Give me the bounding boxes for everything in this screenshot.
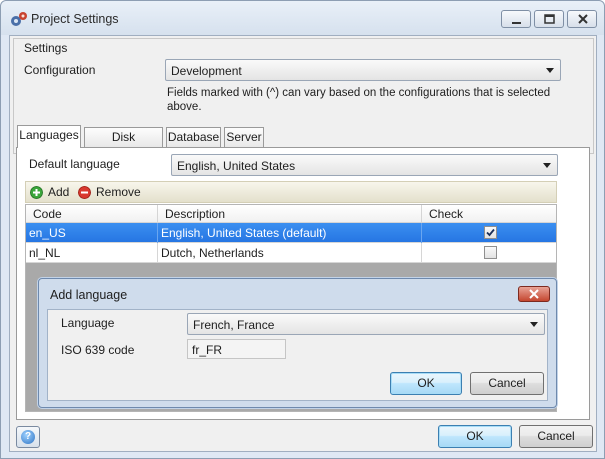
iso-code-label: ISO 639 code [61, 343, 135, 357]
minimize-icon [512, 22, 521, 24]
ok-button[interactable]: OK [438, 425, 512, 448]
tab-server[interactable]: Server [224, 127, 264, 147]
dialog-close-button[interactable] [518, 286, 550, 302]
configuration-label: Configuration [24, 63, 96, 77]
add-icon [30, 186, 43, 199]
close-icon [529, 289, 539, 299]
maximize-icon [544, 14, 555, 24]
minimize-button[interactable] [501, 10, 531, 28]
column-header-description[interactable]: Description [158, 205, 420, 223]
language-value: French, France [193, 318, 275, 332]
configuration-value: Development [171, 64, 242, 78]
add-language-dialog: Add language Language French, France ISO… [38, 278, 557, 408]
table-row[interactable]: nl_NL Dutch, Netherlands [26, 243, 556, 263]
tab-languages[interactable]: Languages [17, 125, 81, 148]
default-language-label: Default language [29, 157, 120, 171]
gears-icon [11, 12, 27, 26]
dialog-cancel-button[interactable]: Cancel [470, 372, 544, 395]
row-code: nl_NL [29, 246, 61, 260]
close-icon [578, 14, 588, 24]
languages-toolbar: Add Remove [25, 181, 557, 203]
add-language-button[interactable]: Add [30, 184, 74, 202]
default-language-select[interactable]: English, United States [171, 154, 558, 176]
tab-disk-locations[interactable]: Disk Locations [84, 127, 163, 163]
dialog-ok-button[interactable]: OK [390, 372, 462, 395]
column-header-code[interactable]: Code [26, 205, 156, 223]
language-label: Language [61, 316, 115, 330]
remove-label: Remove [96, 185, 141, 199]
grid-header: Code Description Check [26, 205, 556, 223]
chevron-down-icon [543, 163, 551, 168]
table-row[interactable]: en_US English, United States (default) [26, 223, 556, 243]
row-check-checkbox[interactable] [484, 226, 497, 239]
chevron-down-icon [530, 322, 538, 327]
tab-database[interactable]: Database [166, 127, 221, 147]
row-description: Dutch, Netherlands [161, 246, 264, 260]
row-divider [421, 243, 422, 263]
dialog-body: Language French, France ISO 639 code fr_… [47, 309, 548, 401]
close-button[interactable] [567, 10, 597, 28]
maximize-button[interactable] [534, 10, 564, 28]
row-code: en_US [29, 226, 66, 240]
chevron-down-icon [546, 68, 554, 73]
configuration-note: Fields marked with (^) can vary based on… [167, 87, 551, 113]
settings-group-label: Settings [24, 41, 68, 55]
iso-code-field[interactable]: fr_FR [187, 339, 286, 359]
language-select[interactable]: French, France [187, 313, 545, 335]
help-icon: ? [21, 430, 35, 444]
column-header-check[interactable]: Check [422, 205, 556, 223]
iso-code-value: fr_FR [192, 343, 222, 357]
cancel-button[interactable]: Cancel [519, 425, 593, 448]
row-divider [421, 223, 422, 243]
default-language-value: English, United States [177, 159, 296, 173]
row-check-checkbox[interactable] [484, 246, 497, 259]
dialog-title: Add language [50, 288, 128, 302]
remove-language-button[interactable]: Remove [78, 184, 144, 202]
configuration-select[interactable]: Development [165, 59, 561, 81]
add-label: Add [48, 185, 70, 199]
title-bar[interactable]: Project Settings [1, 1, 604, 35]
window-title: Project Settings [31, 12, 119, 26]
row-description: English, United States (default) [161, 226, 327, 240]
remove-icon [78, 186, 91, 199]
help-button[interactable]: ? [16, 426, 40, 448]
checkmark-icon [486, 228, 495, 237]
